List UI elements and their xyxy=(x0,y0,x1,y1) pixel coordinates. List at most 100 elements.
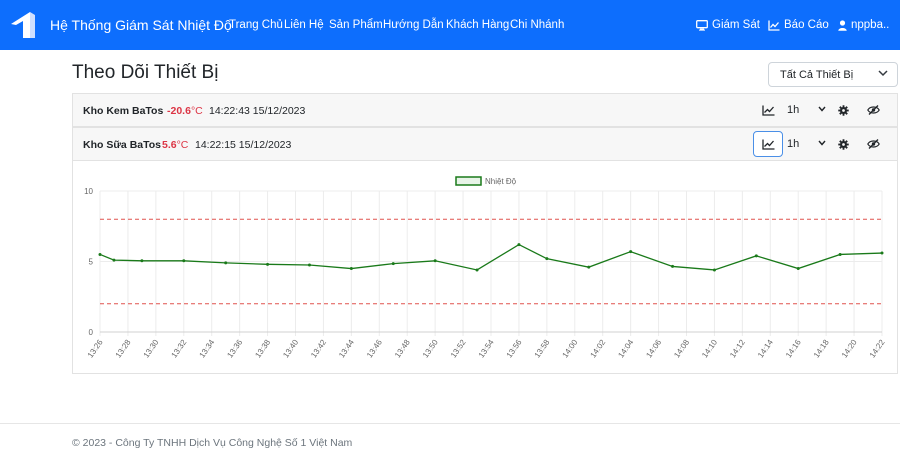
chart-data-point xyxy=(140,259,144,263)
eye-slash-icon xyxy=(866,105,880,115)
chart-x-tick-label: 14:20 xyxy=(840,338,859,360)
chart-data-point xyxy=(629,250,633,254)
chart-x-tick-label: 13:46 xyxy=(365,338,384,360)
device-row[interactable]: Kho Sữa BaTos 5.6°C 14:22:15 15/12/2023 … xyxy=(72,127,898,161)
chart-data-point xyxy=(838,252,842,256)
nav-monitor-link[interactable]: Giám Sát xyxy=(696,19,760,31)
chart-data-point xyxy=(712,268,716,272)
nav-user-label: nppba.. xyxy=(851,19,890,31)
chart-data-point xyxy=(475,268,479,272)
page-title: Theo Dõi Thiết Bị xyxy=(72,62,219,83)
chart-data-point xyxy=(307,263,311,267)
time-range-select[interactable]: 1h xyxy=(787,138,799,150)
chart-x-tick-label: 14:04 xyxy=(616,338,635,360)
chart-legend-label: Nhiệt Độ xyxy=(485,177,517,186)
eye-slash-icon xyxy=(866,139,880,149)
chart-x-tick-label: 14:12 xyxy=(728,338,747,360)
chart-x-tick-label: 14:22 xyxy=(868,338,887,360)
chart-x-tick-label: 13:32 xyxy=(170,338,189,360)
device-filter-value: Tất Cả Thiết Bị xyxy=(780,69,854,81)
temperature-chart-panel: 13:26 13:28 13:30 13:32 13:34 13:36 13:38 13:40… xyxy=(72,161,898,374)
chart-x-tick-label: 13:26 xyxy=(86,338,105,360)
chart-x-tick-label: 13:28 xyxy=(114,338,133,360)
chart-x-tick-label: 14:10 xyxy=(700,338,719,360)
chart-x-tick-label: 13:56 xyxy=(505,338,524,360)
chart-x-tick-label: 13:38 xyxy=(253,338,272,360)
chart-y-tick-label: 5 xyxy=(89,258,94,267)
chart-x-tick-label: 13:34 xyxy=(197,338,216,360)
settings-button[interactable] xyxy=(828,97,858,123)
chart-x-tick-label: 14:02 xyxy=(588,338,607,360)
chart-data-point xyxy=(112,258,116,262)
chart-x-tick-label: 13:30 xyxy=(142,338,161,360)
chevron-down-icon xyxy=(878,70,888,77)
user-icon xyxy=(838,19,847,31)
chart-data-point xyxy=(517,243,521,247)
chart-line-icon xyxy=(761,105,774,116)
brand-title[interactable]: Hệ Thống Giám Sát Nhiệt Độ xyxy=(50,17,232,33)
chart-x-tick-label: 14:14 xyxy=(756,338,775,360)
app-logo-icon[interactable] xyxy=(8,10,38,40)
chevron-down-icon[interactable] xyxy=(818,140,826,146)
chart-y-tick-label: 10 xyxy=(84,187,93,196)
chart-x-tick-label: 13:58 xyxy=(533,338,552,360)
temperature-line-chart: 13:26 13:28 13:30 13:32 13:34 13:36 13:38 13:40… xyxy=(84,176,887,360)
chart-toggle-button[interactable] xyxy=(753,131,783,157)
chart-data-point xyxy=(391,262,395,266)
gear-icon xyxy=(837,104,849,116)
chart-x-tick-label: 14:06 xyxy=(644,338,663,360)
settings-button[interactable] xyxy=(828,131,858,157)
footer-copyright: © 2023 - Công Ty TNHH Dịch Vụ Công Nghệ … xyxy=(72,437,353,449)
chart-legend-swatch xyxy=(455,176,482,186)
device-temperature: 5.6°C xyxy=(162,139,189,151)
chart-x-tick-label: 14:18 xyxy=(812,338,831,360)
device-timestamp: 14:22:43 15/12/2023 xyxy=(209,105,306,117)
nav-link-contact[interactable]: Liên Hệ xyxy=(284,19,324,31)
monitor-icon xyxy=(696,19,708,31)
chart-x-tick-label: 13:54 xyxy=(477,338,496,360)
chart-data-point xyxy=(98,252,102,256)
chart-data-point xyxy=(349,267,353,271)
chart-data-point xyxy=(754,254,758,258)
chart-x-tick-label: 13:40 xyxy=(281,338,300,360)
nav-monitor-label: Giám Sát xyxy=(712,19,760,31)
chart-data-point xyxy=(182,259,186,263)
device-temperature: -20.6°C xyxy=(167,105,203,117)
chart-data-point xyxy=(796,267,800,271)
chart-toggle-button[interactable] xyxy=(753,97,783,123)
chart-data-point xyxy=(671,264,675,268)
nav-report-label: Báo Cáo xyxy=(784,19,829,31)
chart-x-tick-label: 13:48 xyxy=(393,338,412,360)
device-name: Kho Kem BaTos xyxy=(83,105,164,117)
nav-link-customers[interactable]: Khách Hàng xyxy=(446,19,509,31)
nav-link-products[interactable]: Sản Phẩm xyxy=(329,19,383,31)
chart-data-point xyxy=(587,265,591,269)
nav-link-guide[interactable]: Hướng Dẫn xyxy=(383,19,444,31)
chart-x-tick-label: 13:36 xyxy=(225,338,244,360)
device-name: Kho Sữa BaTos xyxy=(83,139,162,151)
footer-divider xyxy=(0,423,900,424)
chart-x-tick-label: 14:08 xyxy=(672,338,691,360)
chart-x-tick-label: 13:52 xyxy=(449,338,468,360)
chevron-down-icon[interactable] xyxy=(818,106,826,112)
time-range-select[interactable]: 1h xyxy=(787,104,799,116)
nav-user-menu[interactable]: nppba.. xyxy=(838,19,889,31)
visibility-toggle-button[interactable] xyxy=(858,131,888,157)
chart-x-tick-label: 14:16 xyxy=(784,338,803,360)
nav-link-branches[interactable]: Chi Nhánh xyxy=(510,19,564,31)
chart-x-tick-label: 13:50 xyxy=(421,338,440,360)
device-row[interactable]: Kho Kem BaTos -20.6°C 14:22:43 15/12/202… xyxy=(72,93,898,127)
gear-icon xyxy=(837,138,849,150)
visibility-toggle-button[interactable] xyxy=(858,97,888,123)
nav-link-home[interactable]: Trang Chủ xyxy=(229,19,283,31)
chart-x-tick-label: 13:44 xyxy=(337,338,356,360)
device-timestamp: 14:22:15 15/12/2023 xyxy=(195,139,292,151)
chart-line-icon xyxy=(768,20,780,31)
nav-report-link[interactable]: Báo Cáo xyxy=(768,19,829,31)
chart-x-tick-label: 14:00 xyxy=(561,338,580,360)
chart-line-icon xyxy=(761,139,774,150)
chart-data-point xyxy=(266,262,270,266)
device-filter-select[interactable]: Tất Cả Thiết Bị xyxy=(768,62,898,87)
top-navbar: Hệ Thống Giám Sát Nhiệt Độ Trang Chủ Liê… xyxy=(0,0,900,50)
chart-data-point xyxy=(224,261,228,265)
